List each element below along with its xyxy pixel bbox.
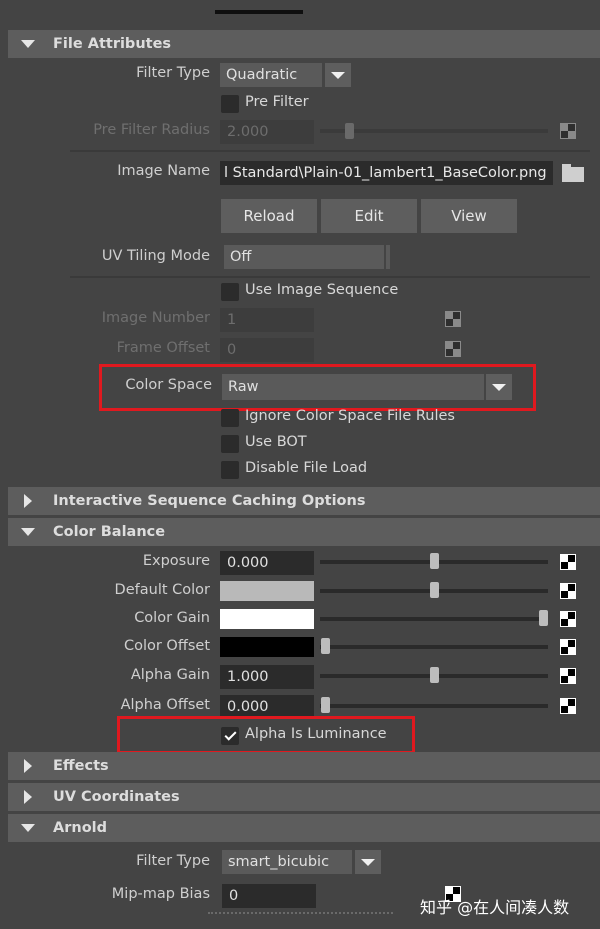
mipmap-bias-field[interactable]: 0 (222, 884, 316, 908)
color-space-label: Color Space (125, 377, 212, 393)
uv-tiling-mode-label: UV Tiling Mode (101, 248, 210, 264)
section-title: Color Balance (53, 524, 166, 540)
section-title: Arnold (53, 820, 108, 836)
color-gain-slider[interactable] (320, 617, 548, 621)
divider (70, 150, 590, 152)
color-offset-label: Color Offset (123, 638, 210, 654)
chevron-down-icon[interactable] (486, 374, 512, 400)
pre-filter-radius-field[interactable]: 2.000 (220, 120, 314, 144)
collapse-arrow-icon (20, 30, 36, 58)
exposure-field[interactable]: 0.000 (220, 551, 314, 575)
map-texture-icon[interactable] (560, 668, 576, 684)
section-title: UV Coordinates (53, 789, 180, 805)
checkmark-icon (223, 728, 237, 741)
section-color-balance[interactable]: Color Balance (8, 518, 600, 546)
map-texture-icon[interactable] (560, 583, 576, 599)
folder-icon[interactable] (562, 164, 584, 182)
exposure-label: Exposure (142, 553, 210, 569)
resize-handle[interactable] (208, 912, 393, 914)
ignore-color-space-rules-label: Ignore Color Space File Rules (245, 408, 455, 424)
map-texture-icon[interactable] (560, 639, 576, 655)
reload-button[interactable]: Reload (221, 199, 317, 233)
section-arnold[interactable]: Arnold (8, 814, 600, 842)
use-bot-label: Use BOT (245, 434, 307, 450)
chevron-down-icon[interactable] (325, 63, 351, 87)
section-title: Effects (53, 758, 109, 774)
slider-thumb[interactable] (321, 638, 330, 654)
color-gain-label: Color Gain (134, 610, 210, 626)
expand-arrow-icon (20, 487, 36, 515)
uv-tiling-mode-dropdown[interactable]: Off (224, 245, 384, 269)
arnold-filter-type-label: Filter Type (136, 853, 210, 869)
slider-thumb[interactable] (321, 697, 330, 713)
slider-thumb[interactable] (345, 123, 354, 139)
disable-file-load-label: Disable File Load (245, 460, 368, 476)
pre-filter-label: Pre Filter (245, 94, 309, 110)
color-offset-slider[interactable] (320, 645, 548, 649)
pre-filter-checkbox[interactable] (221, 95, 239, 113)
view-button[interactable]: View (421, 199, 517, 233)
edit-button[interactable]: Edit (321, 199, 417, 233)
expand-arrow-icon (20, 783, 36, 811)
disable-file-load-checkbox[interactable] (221, 461, 239, 479)
use-image-sequence-checkbox[interactable] (221, 283, 239, 301)
map-texture-icon[interactable] (560, 698, 576, 714)
filter-type-dropdown[interactable]: Quadratic (220, 63, 322, 87)
panel-drag-handle[interactable] (215, 10, 303, 14)
section-uv-coordinates[interactable]: UV Coordinates (8, 783, 600, 811)
frame-offset-label: Frame Offset (116, 340, 210, 356)
pre-filter-radius-slider[interactable] (320, 129, 548, 133)
section-file-attributes[interactable]: File Attributes (8, 30, 600, 58)
section-effects[interactable]: Effects (8, 752, 600, 780)
collapse-arrow-icon (20, 814, 36, 842)
arnold-filter-type-dropdown[interactable]: smart_bicubic (222, 850, 352, 874)
filter-type-label: Filter Type (136, 65, 210, 81)
section-interactive-sequence-caching[interactable]: Interactive Sequence Caching Options (8, 487, 600, 515)
color-offset-swatch[interactable] (220, 637, 314, 657)
frame-offset-field[interactable]: 0 (220, 338, 314, 362)
alpha-is-luminance-label: Alpha Is Luminance (245, 726, 387, 742)
divider (70, 276, 590, 278)
image-number-field[interactable]: 1 (220, 308, 314, 332)
section-title: File Attributes (53, 36, 172, 52)
section-title: Interactive Sequence Caching Options (53, 493, 366, 509)
expand-arrow-icon (20, 752, 36, 780)
mipmap-bias-label: Mip-map Bias (111, 886, 210, 902)
default-color-label: Default Color (114, 582, 210, 598)
watermark-text: 知乎 @在人间凑人数 (420, 898, 570, 917)
alpha-gain-field[interactable]: 1.000 (220, 665, 314, 689)
default-color-swatch[interactable] (220, 581, 314, 601)
alpha-offset-slider[interactable] (320, 704, 548, 708)
slider-thumb[interactable] (430, 667, 439, 683)
alpha-is-luminance-checkbox[interactable] (221, 727, 239, 745)
map-texture-icon[interactable] (560, 554, 576, 570)
slider-thumb[interactable] (430, 553, 439, 569)
map-texture-icon[interactable] (445, 341, 461, 357)
use-image-sequence-label: Use Image Sequence (245, 282, 399, 298)
pre-filter-radius-label: Pre Filter Radius (93, 122, 210, 138)
map-texture-icon[interactable] (560, 123, 576, 139)
color-space-dropdown[interactable]: Raw (222, 374, 484, 400)
use-bot-checkbox[interactable] (221, 435, 239, 453)
map-texture-icon[interactable] (445, 311, 461, 327)
alpha-gain-label: Alpha Gain (130, 667, 210, 683)
slider-thumb[interactable] (539, 610, 548, 626)
ignore-color-space-rules-checkbox[interactable] (221, 409, 239, 427)
color-gain-swatch[interactable] (220, 609, 314, 629)
image-name-label: Image Name (117, 163, 210, 179)
dropdown-edge (386, 245, 390, 269)
chevron-down-icon[interactable] (355, 850, 381, 874)
alpha-offset-label: Alpha Offset (120, 697, 210, 713)
image-name-field[interactable]: l Standard\Plain-01_lambert1_BaseColor.p… (220, 161, 553, 185)
map-texture-icon[interactable] (560, 611, 576, 627)
slider-thumb[interactable] (430, 582, 439, 598)
collapse-arrow-icon (20, 518, 36, 546)
image-number-label: Image Number (101, 310, 210, 326)
